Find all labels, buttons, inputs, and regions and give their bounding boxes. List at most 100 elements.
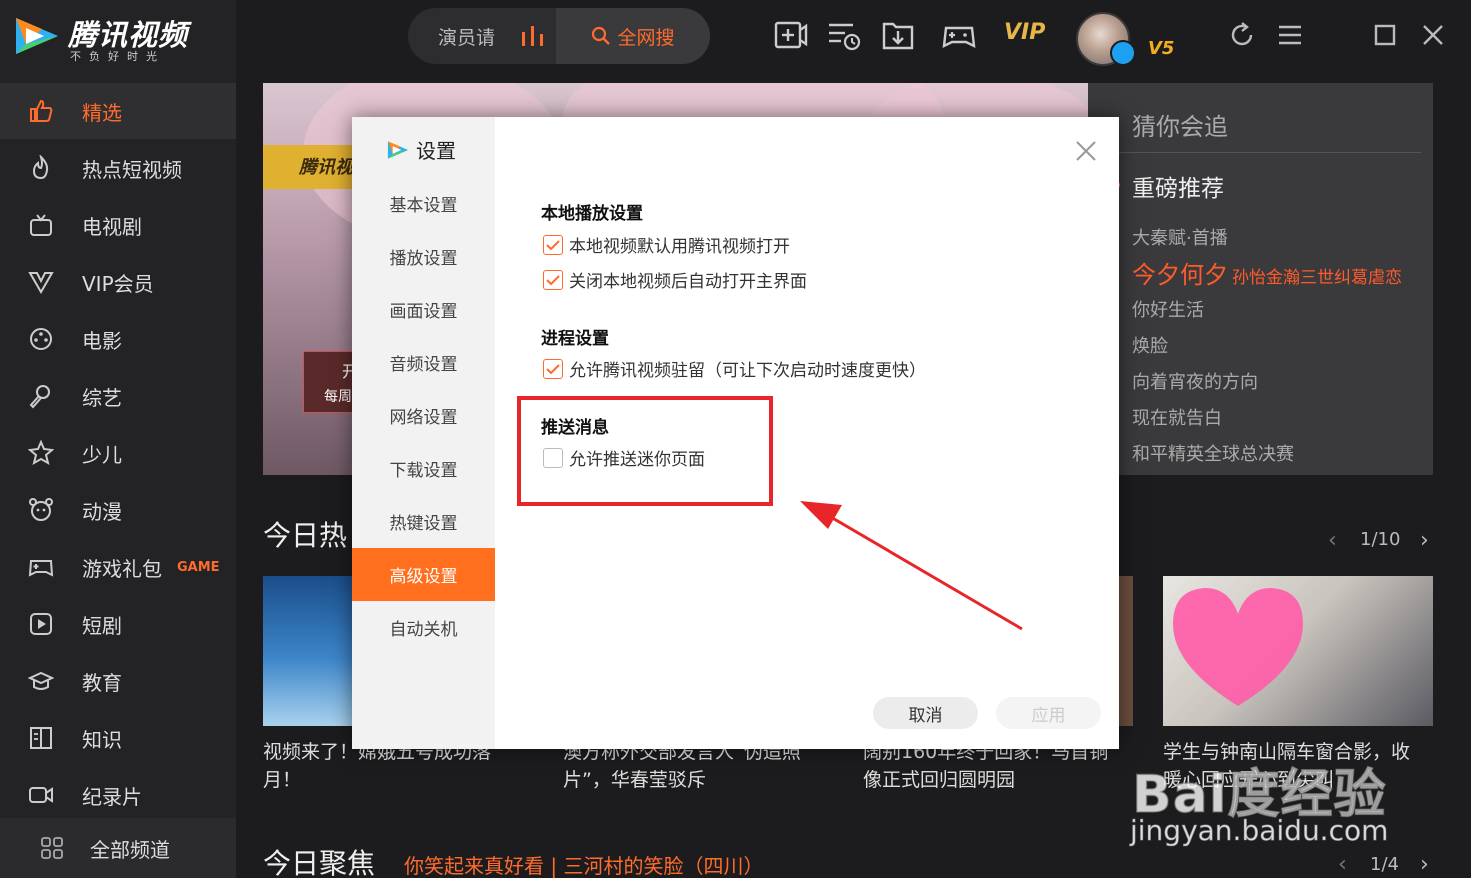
sidebar-item-education[interactable]: 教育 [0,653,236,709]
option-default-open[interactable]: 本地视频默认用腾讯视频打开 [543,232,790,257]
close-icon[interactable] [1074,139,1098,163]
maximize-icon[interactable] [1374,24,1396,46]
cancel-button[interactable]: 取消 [873,697,978,729]
search-all-button[interactable]: 全网搜 [556,8,710,64]
option-label: 允许腾讯视频驻留（可让下次启动时速度更快） [569,361,926,381]
checkbox-checked[interactable] [543,269,563,290]
search-icon [592,26,611,45]
check-icon [546,239,560,250]
rec-item-label: 今夕何夕 [1132,261,1228,289]
kid-icon [28,440,54,466]
sidebar: 精选 热点短视频 电视剧 VIP会员 电影 综艺 少儿 动漫 游戏礼包 GAME… [0,83,236,878]
search-box[interactable]: 演员请 全网搜 [408,8,710,64]
prev-page-icon[interactable]: ‹ [1328,528,1337,553]
search-input[interactable]: 演员请 [438,23,495,50]
apply-button[interactable]: 应用 [996,697,1101,729]
tv-icon [30,214,52,236]
dialog-title-label: 设置 [416,139,456,163]
rec-item[interactable]: 大秦赋·首播 [1132,224,1228,250]
today-hot-pager: 1/10 [1360,529,1401,550]
baidu-jingyan-watermark: Bai度经验 jingyan.baidu.com [1128,752,1458,872]
sidebar-item-label: 电视剧 [82,214,142,239]
camera-icon [29,787,53,803]
sidebar-item-tv-series[interactable]: 电视剧 [0,197,236,253]
sidebar-item-short-drama[interactable]: 短剧 [0,596,236,652]
sidebar-item-anime[interactable]: 动漫 [0,482,236,538]
rec-item-highlight[interactable]: 今夕何夕 孙怡金瀚三世纠葛虐恋 [1132,255,1402,290]
refresh-icon[interactable] [1227,20,1257,50]
logo-area: 腾讯视频 不负好时光 [0,0,236,83]
sidebar-item-variety[interactable]: 综艺 [0,368,236,424]
flame-icon [32,155,49,180]
nav-download[interactable]: 下载设置 [352,442,495,495]
search-button-label: 全网搜 [617,26,675,49]
gamepad-icon [28,560,54,577]
option-allow-mini-page[interactable]: 允许推送迷你页面 [543,445,705,470]
nav-auto-shutdown[interactable]: 自动关机 [352,601,495,654]
option-open-main-after-close[interactable]: 关闭本地视频后自动打开主界面 [543,267,807,292]
banner-tag: 开 每周 [303,351,358,413]
sidebar-item-kids[interactable]: 少儿 [0,425,236,481]
sidebar-item-movie[interactable]: 电影 [0,311,236,367]
group-title-local-playback: 本地播放设置 [541,204,643,224]
add-video-icon[interactable] [774,18,808,52]
download-icon[interactable] [881,18,915,52]
all-channels-button[interactable]: 全部频道 [0,818,236,878]
banner-badge: 腾讯视 [263,145,353,189]
grid-icon [41,837,63,859]
nav-display[interactable]: 画面设置 [352,283,495,336]
play-history-icon[interactable] [827,18,861,52]
sidebar-item-game-gifts[interactable]: 游戏礼包 GAME [0,539,236,595]
settings-dialog: 设置 基本设置 播放设置 画面设置 音频设置 网络设置 下载设置 热键设置 高级… [352,117,1119,749]
option-label: 关闭本地视频后自动打开主界面 [569,272,807,292]
vip-level-badge[interactable]: V5 [1148,38,1174,59]
check-icon [546,274,560,285]
vip-button[interactable]: VIP [1004,20,1045,45]
video-thumbnail[interactable] [1163,576,1433,726]
game-controller-icon[interactable] [942,18,976,52]
sidebar-item-label: 动漫 [82,499,122,524]
option-allow-resident[interactable]: 允许腾讯视频驻留（可让下次启动时速度更快） [543,356,926,381]
check-icon [546,363,560,374]
menu-icon[interactable] [1277,22,1303,48]
heart-sticker-icon [1173,588,1303,706]
video-thumbnail[interactable] [1119,576,1133,726]
dialog-title: 设置 [386,135,456,164]
today-hot-title: 今日热 [263,519,348,552]
rec-item[interactable]: 向着宵夜的方向 [1132,368,1258,394]
sidebar-item-vip[interactable]: VIP会员 [0,254,236,310]
group-title-process: 进程设置 [541,329,609,349]
tencent-video-logo-icon [16,18,58,54]
sidebar-item-knowledge[interactable]: 知识 [0,710,236,766]
sidebar-item-label: 知识 [82,727,122,752]
sidebar-item-label: 教育 [82,670,122,695]
rec-item-label: 你好生活 [1132,300,1204,321]
sidebar-item-hot-short-video[interactable]: 热点短视频 [0,140,236,196]
nav-network[interactable]: 网络设置 [352,389,495,442]
nav-audio[interactable]: 音频设置 [352,336,495,389]
checkbox-unchecked[interactable] [543,447,563,468]
nav-hotkey[interactable]: 热键设置 [352,495,495,548]
nav-advanced[interactable]: 高级设置 [352,548,495,601]
sidebar-item-documentary[interactable]: 纪录片 [0,767,236,823]
nav-basic[interactable]: 基本设置 [352,177,495,230]
close-window-icon[interactable] [1422,24,1444,46]
rec-item[interactable]: 现在就告白 [1132,404,1222,430]
microphone-icon [29,385,50,409]
sidebar-item-label: 短剧 [82,613,122,638]
rec-item[interactable]: 和平精英全球总决赛 [1132,440,1294,466]
checkbox-checked[interactable] [543,358,563,379]
bear-face-icon [29,498,53,521]
checkbox-checked[interactable] [543,234,563,255]
next-page-icon[interactable]: › [1420,528,1429,553]
rec-item[interactable]: 焕脸 [1132,332,1168,358]
nav-playback[interactable]: 播放设置 [352,230,495,283]
rec-item[interactable]: 你好生活 [1132,296,1204,322]
video-thumbnail[interactable] [263,576,352,726]
guess-you-like-panel: 猜你会追 重磅推荐 大秦赋·首播 今夕何夕 孙怡金瀚三世纠葛虐恋 你好生活 焕脸 … [1088,83,1433,475]
sidebar-item-label: 精选 [82,100,122,125]
app-logo[interactable]: 腾讯视频 不负好时光 [12,12,232,63]
today-focus-subtitle[interactable]: 你笑起来真好看 | 三河村的笑脸（四川） [404,850,763,878]
sidebar-item-label: 少儿 [82,442,122,467]
sidebar-item-featured[interactable]: 精选 [0,83,236,139]
